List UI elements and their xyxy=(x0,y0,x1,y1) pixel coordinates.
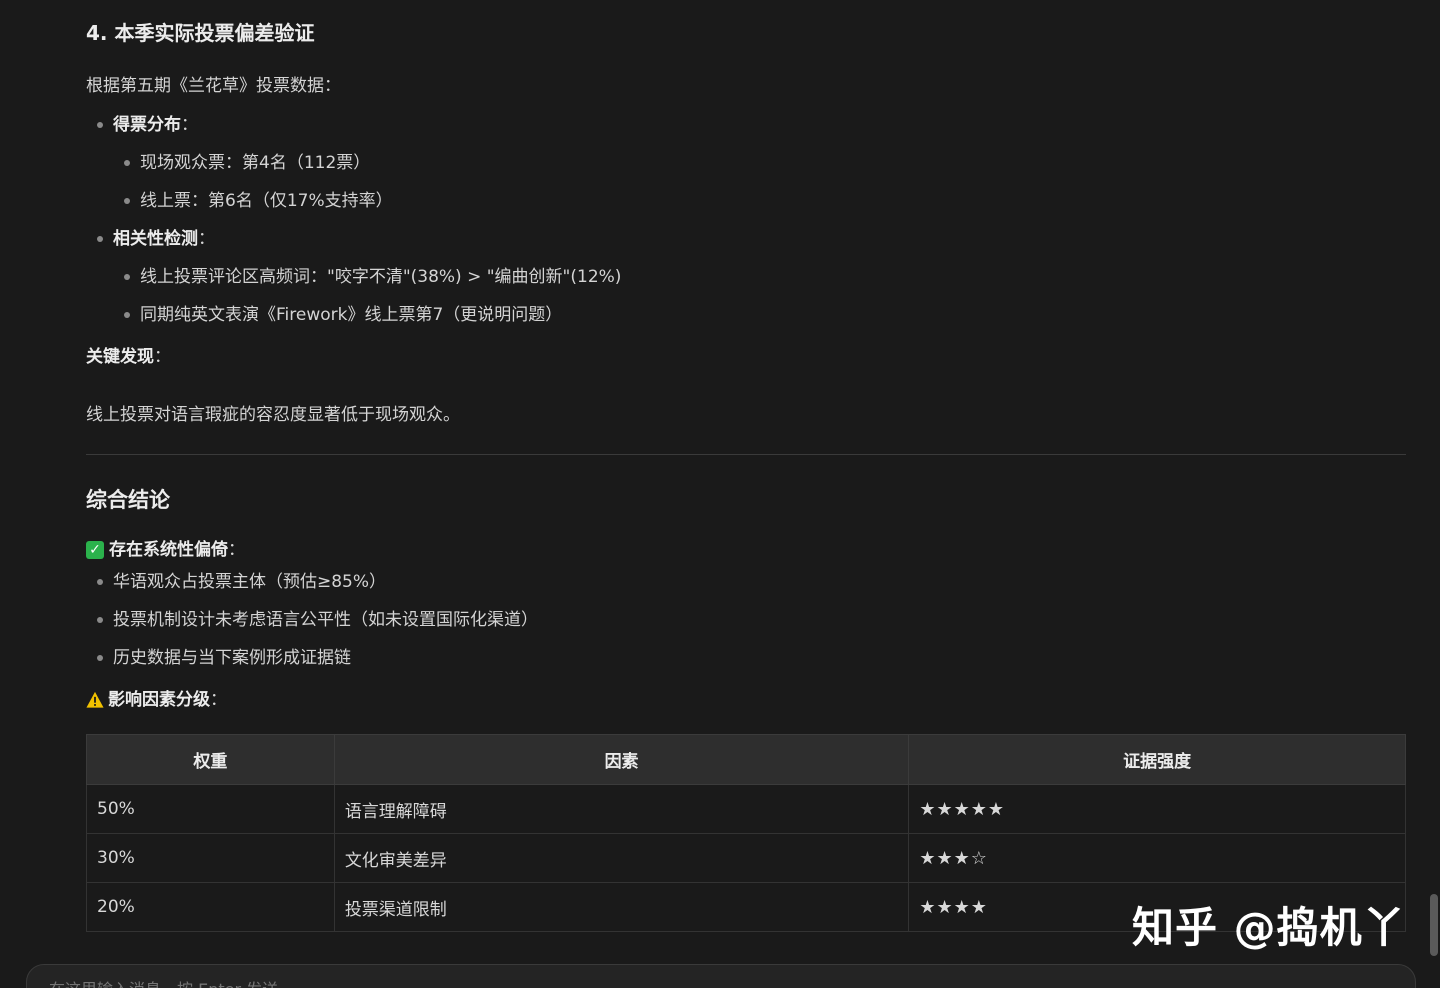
bias-heading: ✓ 存在系统性偏倚： xyxy=(86,537,1406,563)
list-item: 相关性检测： 线上投票评论区高频词："咬字不清"(38%) > "编曲创新"(1… xyxy=(86,220,1406,334)
message-content: 4. 本季实际投票偏差验证 根据第五期《兰花草》投票数据： 得票分布： 现场观众… xyxy=(86,16,1406,932)
sub-list-item: 同期纯英文表演《Firework》线上票第7（更说明问题） xyxy=(124,296,1406,334)
scrollbar-thumb[interactable] xyxy=(1430,894,1438,956)
message-input[interactable] xyxy=(47,979,951,988)
bullet-icon xyxy=(124,160,130,166)
list-item: 华语观众占投票主体（预估≥85%） xyxy=(86,563,1406,601)
table-header-row: 权重 因素 证据强度 xyxy=(86,734,1406,785)
weight-cell: 30% xyxy=(86,833,335,883)
intro-text: 根据第五期《兰花草》投票数据： xyxy=(86,76,341,96)
bullet-icon xyxy=(97,655,103,661)
factor-cell: 语言理解障碍 xyxy=(333,784,910,834)
table-row: 50% 语言理解障碍 ★★★★★ xyxy=(86,784,1406,834)
weight-cell: 20% xyxy=(86,882,335,932)
divider xyxy=(86,454,1406,455)
sub-list-item: 线上票：第6名（仅17%支持率） xyxy=(124,182,1406,220)
weight-cell: 50% xyxy=(86,784,335,834)
list-item: 得票分布： 现场观众票：第4名（112票） 线上票：第6名（仅17%支持率） xyxy=(86,106,1406,220)
vote-analysis-list: 得票分布： 现场观众票：第4名（112票） 线上票：第6名（仅17%支持率） 相… xyxy=(86,106,1406,334)
column-header: 权重 xyxy=(86,734,335,785)
sub-list-item: 现场观众票：第4名（112票） xyxy=(124,144,1406,182)
factor-cell: 文化审美差异 xyxy=(333,833,910,883)
bullet-icon xyxy=(97,122,103,128)
watermark: 知乎 @捣机丫 xyxy=(1132,903,1406,952)
message-input-bar[interactable] xyxy=(26,964,1416,988)
table-row: 30% 文化审美差异 ★★★☆ xyxy=(86,833,1406,883)
conclusion-heading: 综合结论 xyxy=(86,488,170,512)
list-item-label: 相关性检测 xyxy=(113,229,198,249)
key-finding-heading: 关键发现： xyxy=(86,347,171,367)
column-header: 证据强度 xyxy=(908,734,1406,785)
bullet-icon xyxy=(97,617,103,623)
list-item: 历史数据与当下案例形成证据链 xyxy=(86,639,1406,677)
sub-list-item: 线上投票评论区高频词："咬字不清"(38%) > "编曲创新"(12%) xyxy=(124,258,1406,296)
list-item: 投票机制设计未考虑语言公平性（如未设置国际化渠道） xyxy=(86,601,1406,639)
list-item-label: 得票分布 xyxy=(113,115,181,135)
bullet-icon xyxy=(124,198,130,204)
check-icon: ✓ xyxy=(86,541,104,559)
bullet-icon xyxy=(124,312,130,318)
sub-list: 线上投票评论区高频词："咬字不清"(38%) > "编曲创新"(12%) 同期纯… xyxy=(113,258,1406,334)
bullet-icon xyxy=(124,274,130,280)
section-heading: 4. 本季实际投票偏差验证 xyxy=(86,21,315,45)
chat-page: 4. 本季实际投票偏差验证 根据第五期《兰花草》投票数据： 得票分布： 现场观众… xyxy=(0,0,1440,988)
sub-list: 现场观众票：第4名（112票） 线上票：第6名（仅17%支持率） xyxy=(113,144,1406,220)
warning-icon xyxy=(86,691,104,708)
column-header: 因素 xyxy=(333,734,910,785)
factor-cell: 投票渠道限制 xyxy=(333,882,910,932)
bias-list: 华语观众占投票主体（预估≥85%） 投票机制设计未考虑语言公平性（如未设置国际化… xyxy=(86,563,1406,677)
key-finding-text: 线上投票对语言瑕疵的容忍度显著低于现场观众。 xyxy=(86,405,460,425)
bullet-icon xyxy=(97,579,103,585)
grading-heading: 影响因素分级： xyxy=(86,687,1406,713)
evidence-stars: ★★★★★ xyxy=(908,784,1406,834)
evidence-stars: ★★★☆ xyxy=(908,833,1406,883)
bullet-icon xyxy=(97,236,103,242)
